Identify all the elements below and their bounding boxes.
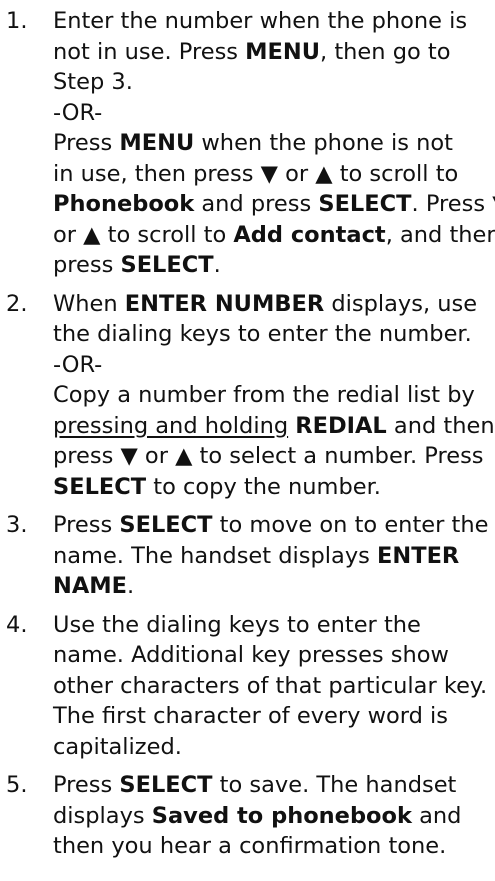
text-line: in use, then press ▼ or ▲ to scroll to bbox=[53, 159, 491, 190]
step-text: When ENTER NUMBER displays, use the diali… bbox=[53, 289, 495, 503]
text-line: then you hear a confirmation tone. bbox=[53, 831, 491, 862]
text-line: capitalized. bbox=[53, 732, 491, 763]
text-run: The first character of every word is bbox=[53, 703, 449, 729]
text-line: When ENTER NUMBER displays, use bbox=[53, 289, 491, 320]
step-number: 4. bbox=[6, 611, 28, 638]
step-item: 5. Press SELECT to save. The handset displ… bbox=[6, 770, 491, 862]
step-item: 1. Enter the number when the phone is not … bbox=[6, 6, 495, 281]
text-run: press bbox=[53, 252, 121, 278]
text-run: name. The handset displays bbox=[53, 542, 378, 569]
text-run: the dialing keys to enter the number. bbox=[53, 321, 472, 347]
text-line: Press MENU when the phone is not bbox=[53, 128, 491, 159]
text-line: Enter the number when the phone is bbox=[53, 6, 491, 37]
text-run: press ▼ or ▲ to select a number. Press bbox=[53, 443, 484, 469]
text-run: capitalized. bbox=[53, 733, 182, 760]
step-text: Press SELECT to save. The handset display… bbox=[53, 770, 491, 862]
text-run: displays bbox=[53, 802, 152, 829]
step-text: Press SELECT to move on to enter the name… bbox=[53, 510, 491, 602]
text-run: Press bbox=[53, 130, 120, 156]
text-run: other characters of that particular key. bbox=[53, 672, 488, 699]
step-number: 5. bbox=[6, 772, 28, 798]
text-line: Press SELECT to move on to enter the bbox=[53, 510, 491, 541]
text-line: the dialing keys to enter the number. bbox=[53, 319, 491, 350]
step-number: 1. bbox=[6, 8, 28, 34]
step-item: 3. Press SELECT to move on to enter the na… bbox=[6, 510, 491, 602]
text-run: -OR- bbox=[53, 351, 103, 378]
text-run: . bbox=[127, 573, 135, 599]
instruction-document: 1. Enter the number when the phone is not … bbox=[0, 0, 495, 862]
step-text: Use the dialing keys to enter the name. A… bbox=[53, 610, 491, 763]
text-run: Press bbox=[53, 512, 120, 538]
text-line: Step 3. bbox=[53, 67, 491, 98]
text-line: displays Saved to phonebook and bbox=[53, 801, 491, 832]
text-run: Copy a number from the redial list by bbox=[53, 382, 475, 408]
bold-term: SELECT bbox=[119, 772, 213, 798]
step-number: 3. bbox=[6, 512, 28, 538]
text-line: name. The handset displays ENTER bbox=[53, 541, 491, 572]
text-run: , and then bbox=[385, 221, 495, 248]
text-line: press SELECT. bbox=[53, 250, 491, 281]
step-text: Enter the number when the phone is not in… bbox=[53, 6, 495, 281]
step-item: 2. When ENTER NUMBER displays, use the dia… bbox=[6, 289, 495, 503]
step-item: 4. Use the dialing keys to enter the name.… bbox=[6, 610, 491, 763]
text-run: name. Additional key presses show bbox=[53, 642, 449, 668]
text-run: then you hear a confirmation tone. bbox=[53, 833, 447, 859]
text-run: not in use. Press bbox=[53, 38, 246, 65]
text-line: SELECT to copy the number. bbox=[53, 472, 491, 503]
bold-term: Phonebook bbox=[53, 191, 195, 217]
text-run: Press bbox=[53, 772, 120, 798]
text-run: . bbox=[213, 252, 221, 278]
text-line: not in use. Press MENU, then go to bbox=[53, 37, 491, 68]
text-run: in use, then press ▼ or ▲ to scroll to bbox=[53, 160, 459, 187]
bold-term: Saved to phonebook bbox=[151, 802, 412, 829]
text-run: and then bbox=[386, 412, 495, 439]
bold-term: NAME bbox=[53, 573, 128, 599]
text-line: NAME. bbox=[53, 571, 491, 602]
text-line: other characters of that particular key. bbox=[53, 671, 491, 702]
text-line: name. Additional key presses show bbox=[53, 640, 491, 671]
text-run: when the phone is not bbox=[194, 130, 453, 156]
bold-term: ENTER NUMBER bbox=[124, 290, 325, 317]
text-run: to move on to enter the bbox=[212, 512, 489, 538]
bold-term: SELECT bbox=[318, 191, 412, 217]
bold-term: SELECT bbox=[53, 473, 147, 500]
text-run: , then go to bbox=[320, 38, 451, 65]
bold-term: SELECT bbox=[120, 252, 214, 278]
text-run: Enter the number when the phone is bbox=[53, 8, 468, 34]
bold-term: MENU bbox=[245, 38, 321, 65]
text-line: The first character of every word is bbox=[53, 701, 491, 732]
bold-term: Add contact bbox=[233, 221, 386, 248]
text-line: Phonebook and press SELECT. Press ▼ bbox=[53, 189, 495, 220]
text-run: or ▲ to scroll to bbox=[53, 221, 234, 248]
text-line: Use the dialing keys to enter the bbox=[53, 610, 491, 641]
text-run: When bbox=[53, 290, 125, 317]
text-run: Use the dialing keys to enter the bbox=[53, 611, 421, 638]
text-run: to save. The handset bbox=[212, 772, 457, 798]
steps-list: 1. Enter the number when the phone is not … bbox=[6, 6, 495, 862]
text-line: pressing and holding REDIAL and then bbox=[53, 411, 495, 442]
text-line: or ▲ to scroll to Add contact, and then bbox=[53, 220, 495, 251]
text-run: -OR- bbox=[53, 99, 103, 126]
text-line: Press SELECT to save. The handset bbox=[53, 770, 491, 801]
text-run: . Press ▼ bbox=[411, 191, 495, 217]
text-run: and press bbox=[194, 191, 319, 217]
text-run: displays, use bbox=[324, 290, 478, 317]
text-run: to copy the number. bbox=[146, 473, 381, 500]
step-number: 2. bbox=[6, 290, 28, 317]
text-line: press ▼ or ▲ to select a number. Press bbox=[53, 441, 491, 472]
text-line: Copy a number from the redial list by bbox=[53, 380, 491, 411]
text-run: and bbox=[411, 802, 462, 829]
bold-term: MENU bbox=[119, 130, 195, 156]
text-line: -OR- bbox=[53, 98, 491, 129]
bold-term: REDIAL bbox=[295, 412, 387, 439]
text-line: -OR- bbox=[53, 350, 491, 381]
bold-term: ENTER bbox=[377, 542, 460, 569]
bold-term: SELECT bbox=[119, 512, 213, 538]
text-run: Step 3. bbox=[53, 69, 133, 95]
underlined-text: pressing and holding bbox=[53, 412, 289, 439]
